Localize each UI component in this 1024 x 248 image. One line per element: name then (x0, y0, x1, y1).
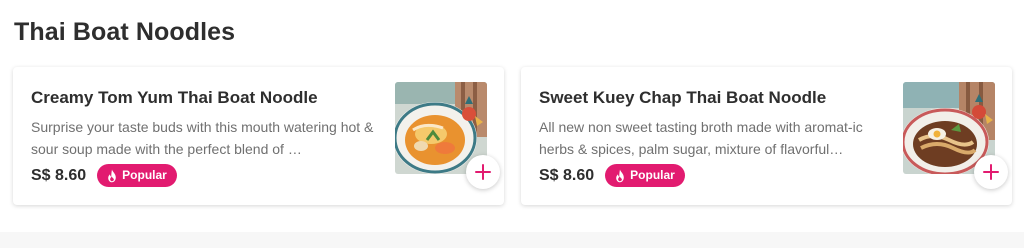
flame-icon (616, 169, 624, 182)
plus-icon (475, 164, 491, 180)
badge-label: Popular (122, 168, 167, 182)
badge-label: Popular (630, 168, 675, 182)
plus-icon (983, 164, 999, 180)
flame-icon (108, 169, 116, 182)
menu-item-card[interactable]: Sweet Kuey Chap Thai Boat Noodle All new… (521, 67, 1012, 205)
popular-badge: Popular (97, 164, 177, 187)
menu-item-price: S$ 8.60 (539, 166, 595, 184)
popular-badge: Popular (605, 164, 685, 187)
price-row: S$ 8.60 Popular (31, 164, 177, 187)
add-to-cart-button[interactable] (974, 155, 1008, 189)
add-to-cart-button[interactable] (466, 155, 500, 189)
menu-item-price: S$ 8.60 (31, 166, 87, 184)
section-divider (0, 232, 1024, 248)
menu-item-description: All new non sweet tasting broth made wit… (539, 119, 863, 157)
menu-item-list: Creamy Tom Yum Thai Boat Noodle Surprise… (13, 67, 1012, 205)
menu-item-name: Sweet Kuey Chap Thai Boat Noodle (539, 88, 827, 107)
menu-item-description: Surprise your taste buds with this mouth… (31, 119, 374, 157)
section-title: Thai Boat Noodles (14, 18, 236, 46)
menu-item-name: Creamy Tom Yum Thai Boat Noodle (31, 88, 318, 107)
price-row: S$ 8.60 Popular (539, 164, 685, 187)
menu-item-card[interactable]: Creamy Tom Yum Thai Boat Noodle Surprise… (13, 67, 504, 205)
